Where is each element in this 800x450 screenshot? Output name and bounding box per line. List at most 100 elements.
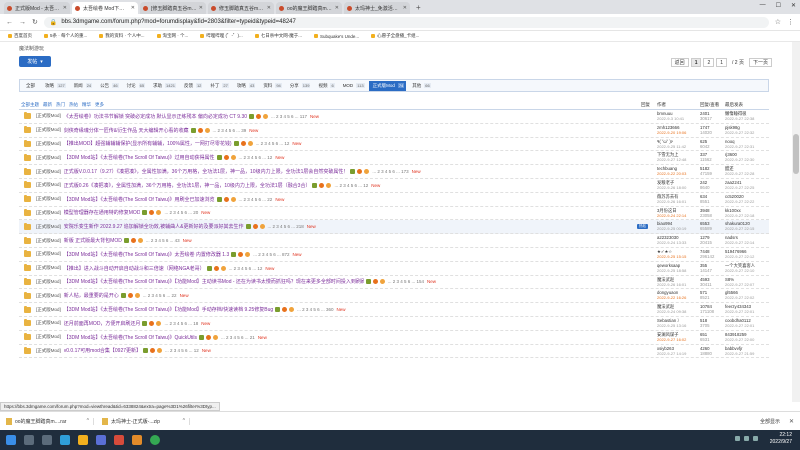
download-item[interactable]: oo的魔王脚踏真m....rar ^	[6, 417, 94, 425]
menu-icon[interactable]: ⋮	[787, 18, 794, 26]
thread-pages[interactable]: ... 2 3 4 5 6 ... 18	[164, 321, 198, 326]
thread-category[interactable]: [正式版Mod]	[36, 320, 61, 326]
thread-title[interactable]: 正式版V.0.0.17（9.27）《凑把凑》，全属性加满，36个万用格，全功法1…	[64, 168, 349, 175]
table-row[interactable]: [正式版Mod] v0.0.17可用mod合集【0927更新】 ... 2 3 4 …	[19, 345, 769, 359]
thread-category[interactable]: [正式版Mod]	[36, 265, 61, 271]
page-scrollbar[interactable]	[792, 42, 800, 402]
thread-title[interactable]: 【3DM Mod站】《太吾绘卷(The Scroll Of Taiwu)》用刷全…	[64, 196, 215, 203]
post-button[interactable]: 发帖 ▾	[19, 56, 51, 67]
app2-icon[interactable]	[132, 435, 142, 445]
table-row[interactable]: [正式版Mod] 新人帖，最重要的是开心 ... 2 3 4 5 6 ... 22 N…	[19, 289, 769, 304]
ime-icon[interactable]	[753, 436, 758, 441]
thread-pages[interactable]: ... 2 3 4 5 6 ... 154	[388, 279, 424, 284]
bookmark-item[interactable]: Subquake's Unde...	[314, 34, 359, 39]
table-row[interactable]: [正式版Mod] 剑侠奇缘魂分体一匠传&衍生作品 天大编辑开心看的收藏 ... 2 …	[19, 124, 769, 138]
tab-close-icon[interactable]: ✕	[61, 5, 67, 11]
close-downloads-icon[interactable]: ✕	[789, 418, 794, 425]
thread-title[interactable]: 《太吾绘卷》功法书节解锁 突破必定成功 默认显示正练残本 偏向必定成功 CT 9…	[64, 113, 247, 120]
filter-7[interactable]: 补丁 27	[206, 81, 230, 91]
thread-category[interactable]: [正式版Mod]	[36, 251, 61, 257]
thread-pages[interactable]: ... 2 3 4 5 6 ... 22	[239, 197, 273, 202]
chrome-icon[interactable]	[150, 435, 160, 445]
bookmark-item[interactable]: 哔哩哔哩 (゜-゜)...	[200, 33, 243, 39]
thread-title[interactable]: 【推出MOD】超强辅辅辅保护(显示所有辅辅，100%属性，一网打尽零花钱)	[64, 140, 232, 147]
filter-6[interactable]: 反馈 12	[180, 81, 204, 91]
table-row[interactable]: [正式版Mod] 还月前面再MOD，方便开启刷还月 ... 2 3 4 5 6 ..…	[19, 317, 769, 331]
search-icon[interactable]	[24, 435, 34, 445]
thread-pages[interactable]: ... 2 3 4 5 6 ... 173	[372, 169, 408, 174]
filter-0[interactable]: 全部	[22, 81, 39, 91]
sort-tab[interactable]: 最新	[43, 102, 52, 108]
scrollbar-thumb[interactable]	[793, 134, 799, 174]
browser-tab[interactable]: 太玛神士_免激活版下载[百度...✕	[344, 2, 410, 14]
sort-tab[interactable]: 热帖	[69, 102, 78, 108]
bookmark-item[interactable]: 5条 · 每个人的重...	[44, 33, 87, 39]
thread-title[interactable]: 安院乐变生新作 2022.9.27 追加解锁全功效,被辅曲人&更新好的及要派好其…	[64, 223, 244, 230]
thread-pages[interactable]: ... 2 3 4 5 6 ... 12	[239, 155, 273, 160]
tab-close-icon[interactable]: ✕	[333, 5, 339, 11]
thread-pages[interactable]: ... 2 3 4 5 6 ... 39	[213, 128, 247, 133]
maximize-icon[interactable]: ☐	[776, 2, 781, 9]
filter-13[interactable]: 正式版Mod 74	[368, 80, 407, 91]
folder-icon[interactable]	[78, 435, 88, 445]
minimize-icon[interactable]: —	[760, 2, 766, 9]
filter-11[interactable]: 视频 6	[314, 81, 336, 91]
thread-title[interactable]: 【3DM Mod站】《太吾绘卷(The Scroll Of Taiwu)》过用自…	[64, 154, 215, 161]
forward-icon[interactable]: →	[19, 19, 26, 26]
chevron-up-icon[interactable]: ^	[87, 418, 89, 424]
thread-category[interactable]: [正式版Mod]	[36, 182, 61, 188]
table-row[interactable]: [正式版Mod] 《太吾绘卷》功法书节解锁 突破必定成功 默认显示正练残本 偏向必…	[19, 110, 769, 124]
table-row[interactable]: [正式版Mod] 【3DM Mod站】《太吾绘卷(The Scroll Of Ta…	[19, 151, 769, 166]
thread-pages[interactable]: ... 2 3 4 5 6 ... 872	[253, 252, 289, 257]
filter-4[interactable]: 讨论 65	[123, 81, 147, 91]
start-icon[interactable]	[6, 435, 16, 445]
thread-title[interactable]: 正式版0.26《凑把凑》，全属性加满，36个万用格，全功法1层，神一品，10级内…	[64, 182, 311, 189]
thread-title[interactable]: 【3DM Mod站】《太吾绘卷(The Scroll Of Taiwu)》太吾绘…	[64, 251, 230, 258]
tab-close-icon[interactable]: ✕	[129, 5, 135, 11]
thread-title[interactable]: 【3DM Mod站】《太吾绘卷(The Scroll Of Taiwu)》Qui…	[64, 334, 197, 341]
table-row[interactable]: [正式版Mod] 【推出】进入战斗自动开启自动战斗和三倍速（网络NGA老哥）...…	[19, 262, 769, 276]
filter-5[interactable]: 求助 1421	[149, 81, 178, 91]
tab-close-icon[interactable]: ✕	[265, 5, 271, 11]
network-icon[interactable]	[735, 436, 740, 441]
thread-category[interactable]: [正式版Mod]	[36, 334, 61, 340]
table-row[interactable]: [正式版Mod] 安院乐变生新作 2022.9.27 追加解锁全功效,被辅曲人&更…	[19, 220, 769, 235]
thread-category[interactable]: [正式版Mod]	[36, 141, 61, 147]
thread-title[interactable]: 模型管理器存在通用特的修复MOD	[64, 209, 141, 216]
filter-8[interactable]: 攻略 43	[233, 81, 257, 91]
thread-category[interactable]: [正式版Mod]	[36, 127, 61, 133]
star-icon[interactable]: ☆	[775, 18, 781, 26]
thread-title[interactable]: 【推出】进入战斗自动开启自动战斗和三倍速（网络NGA老哥）	[64, 265, 205, 272]
pager-page-2[interactable]: 2	[703, 58, 715, 67]
bookmark-item[interactable]: 七日杀中文网-魔于...	[254, 33, 302, 39]
thread-category[interactable]: [正式版Mod]	[36, 293, 61, 299]
new-tab-button[interactable]: +	[412, 3, 425, 12]
filter-1[interactable]: 攻略 127	[41, 81, 68, 91]
thread-title[interactable]: 新版 正式版最大背包MOD	[64, 237, 122, 244]
thread-pages[interactable]: ... 2 3 4 5 6 ... 12	[165, 348, 199, 353]
filter-12[interactable]: MOD 113	[339, 81, 367, 90]
browser-tab[interactable]: oo的魔王脚踏真mod分析...✕	[276, 2, 342, 14]
pager-next[interactable]: 下一页	[748, 58, 772, 67]
thread-pages[interactable]: ... 2 3 4 5 6 ... 12	[334, 183, 368, 188]
browser-tab[interactable]: 正式版Mod - 太吾绘卷_活动...✕	[4, 2, 70, 14]
table-row[interactable]: [正式版Mod] 正式版0.26《凑把凑》，全属性加满，36个万用格，全功法1层，…	[19, 179, 769, 193]
back-icon[interactable]: ←	[6, 19, 13, 26]
pager-page-1[interactable]: 1	[690, 58, 702, 67]
pager-input[interactable]: 1	[716, 58, 728, 67]
pager-back[interactable]: 返回	[670, 58, 689, 67]
thread-pages[interactable]: ... 2 3 4 5 6 ... 21	[221, 335, 255, 340]
sort-tab[interactable]: 精华	[82, 102, 91, 108]
tab-close-icon[interactable]: ✕	[401, 5, 407, 11]
app-icon[interactable]	[114, 435, 124, 445]
thread-title[interactable]: 【3DM Mod站】《太吾绘卷(The Scroll Of Taiwu)》【功能…	[64, 278, 364, 285]
thread-category[interactable]: [正式版Mod]	[36, 113, 61, 119]
reload-icon[interactable]: ↻	[32, 18, 38, 26]
thread-title[interactable]: 剑侠奇缘魂分体一匠传&衍生作品 天大编辑开心看的收藏	[64, 127, 189, 134]
table-row[interactable]: [正式版Mod] 【推出MOD】超强辅辅辅保护(显示所有辅辅，100%属性，一网打…	[19, 138, 769, 152]
table-row[interactable]: [正式版Mod] 新版 正式版最大背包MOD ... 2 3 4 5 6 ... 4…	[19, 234, 769, 248]
sort-tab[interactable]: 全部主题	[21, 102, 39, 108]
thread-pages[interactable]: ... 2 3 4 5 6 ... 22	[143, 293, 177, 298]
filter-9[interactable]: 资料 94	[259, 81, 283, 91]
thread-pages[interactable]: ... 2 3 4 5 6 ... 20	[164, 210, 198, 215]
